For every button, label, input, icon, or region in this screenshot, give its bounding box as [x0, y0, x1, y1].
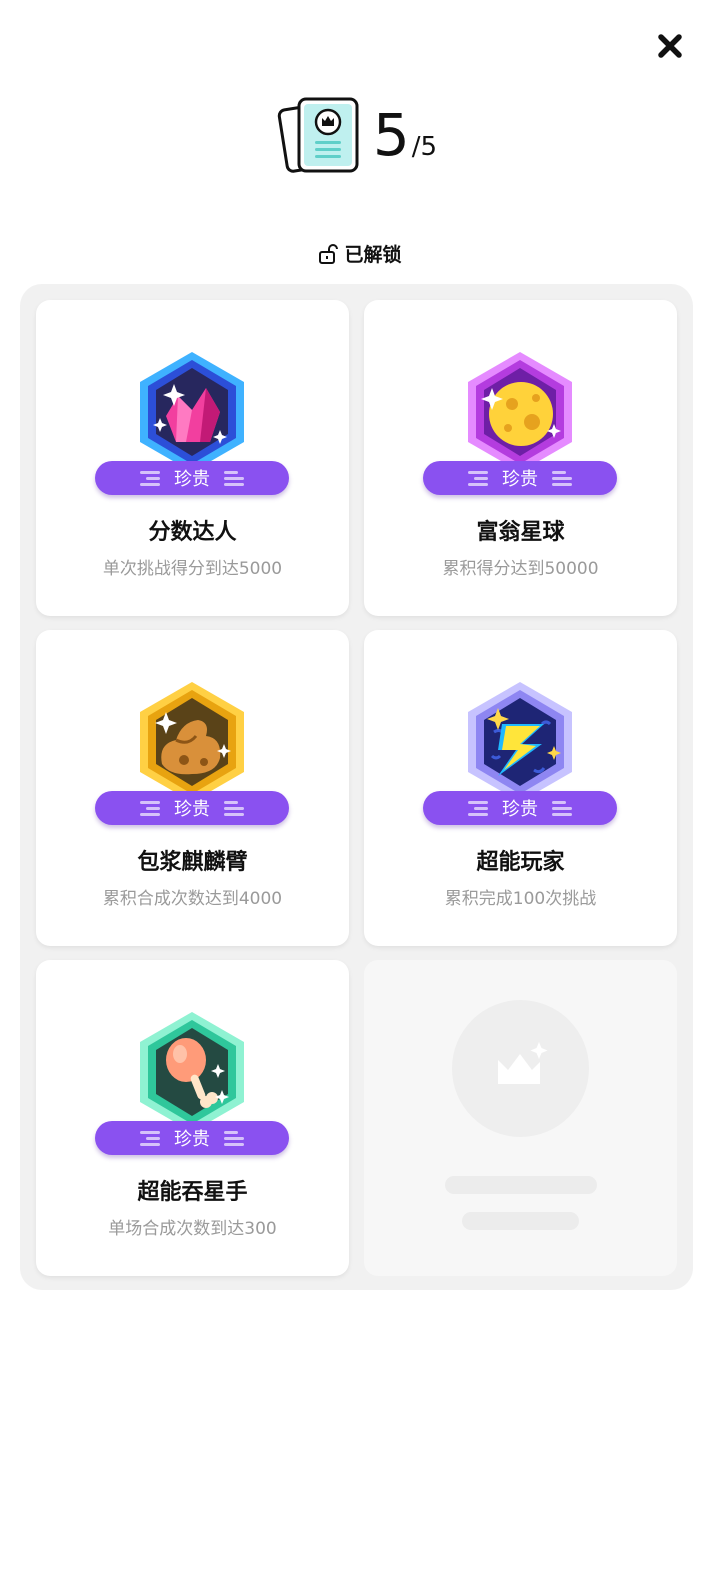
rarity-label: 珍贵 — [174, 1129, 210, 1150]
achievement-title: 超能玩家 — [476, 850, 565, 875]
crown-placeholder-icon — [498, 1042, 548, 1084]
certificate-icon — [277, 97, 359, 173]
achievement-card-rich-planet[interactable]: 珍贵 富翁星球 累积得分达到50000 — [364, 300, 677, 616]
close-icon — [658, 34, 682, 58]
achievement-description: 单次挑战得分到达5000 — [102, 559, 283, 579]
rarity-label: 珍贵 — [174, 799, 210, 820]
rarity-pill: 珍贵 — [95, 1121, 289, 1155]
progress-current: 5 — [372, 101, 410, 169]
rarity-label: 珍贵 — [502, 469, 538, 490]
achievement-description: 单场合成次数到达300 — [108, 1219, 277, 1239]
unlock-icon — [319, 243, 339, 264]
achievement-description: 累积完成100次挑战 — [444, 889, 597, 909]
locked-achievement-placeholder — [364, 960, 677, 1276]
achievement-title: 分数达人 — [148, 520, 237, 545]
achievements-panel: 珍贵 分数达人 单次挑战得分到达5000 珍贵 富翁星球 累积得分达到50000… — [20, 284, 693, 1290]
achievement-card-star-swallower[interactable]: 珍贵 超能吞星手 单场合成次数到达300 — [36, 960, 349, 1276]
achievement-card-super-player[interactable]: 珍贵 超能玩家 累积完成100次挑战 — [364, 630, 677, 946]
achievement-card-muscle-arm[interactable]: 珍贵 包浆麒麟臂 累积合成次数达到4000 — [36, 630, 349, 946]
muscle-arm-badge-icon — [136, 680, 248, 802]
placeholder-title-line — [445, 1176, 597, 1194]
close-button[interactable] — [652, 28, 688, 64]
unlocked-section-label: 已解锁 — [0, 240, 720, 267]
cheese-planet-badge-icon — [464, 350, 576, 472]
placeholder-desc-line — [462, 1212, 579, 1230]
drumstick-badge-icon — [136, 1010, 248, 1132]
placeholder-avatar — [452, 1000, 589, 1137]
pink-crystal-badge-icon — [136, 350, 248, 472]
achievement-description: 累积合成次数达到4000 — [102, 889, 283, 909]
progress-total: /5 — [411, 132, 438, 162]
progress-header: 5 /5 — [0, 92, 720, 178]
rarity-pill: 珍贵 — [423, 461, 617, 495]
progress-count: 5 /5 — [373, 106, 437, 164]
lightning-badge-icon — [464, 680, 576, 802]
achievement-card-score-master[interactable]: 珍贵 分数达人 单次挑战得分到达5000 — [36, 300, 349, 616]
rarity-pill: 珍贵 — [95, 461, 289, 495]
achievement-title: 富翁星球 — [476, 520, 565, 545]
achievement-title: 包浆麒麟臂 — [137, 850, 248, 875]
achievement-description: 累积得分达到50000 — [442, 559, 599, 579]
unlocked-label-text: 已解锁 — [344, 244, 402, 266]
rarity-pill: 珍贵 — [423, 791, 617, 825]
achievement-title: 超能吞星手 — [137, 1180, 248, 1205]
rarity-label: 珍贵 — [502, 799, 538, 820]
rarity-pill: 珍贵 — [95, 791, 289, 825]
rarity-label: 珍贵 — [174, 469, 210, 490]
